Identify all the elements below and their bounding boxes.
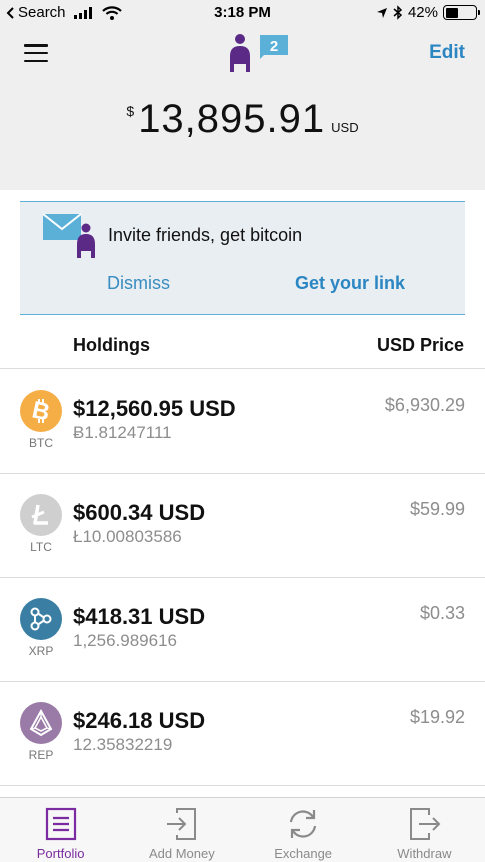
holding-row-btc[interactable]: B BTC $12,560.95 USD Ƀ1.81247111 $6,930.… (0, 370, 485, 474)
status-bar: Search 3:18 PM 42% (0, 0, 485, 28)
invite-banner: Invite friends, get bitcoin Dismiss Get … (20, 201, 465, 315)
holding-crypto-amount: 12.35832219 (73, 735, 173, 754)
holdings-header: Holdings USD Price (0, 335, 485, 369)
coin-usd-price: $59.99 (409, 499, 465, 519)
bitcoin-icon: B (20, 390, 62, 432)
withdraw-icon (410, 808, 441, 840)
battery-percent: 42% (407, 4, 438, 21)
balance-currency-symbol: $ (126, 103, 135, 119)
bluetooth-icon (393, 5, 403, 20)
holding-usd-value: $12,560.95 USD (73, 396, 236, 421)
tab-exchange[interactable]: Exchange (243, 798, 364, 862)
tab-label: Withdraw (397, 846, 452, 861)
coin-usd-price: $0.33 (419, 603, 465, 623)
brand-logo-icon: 2 (230, 34, 288, 72)
tab-add-money[interactable]: Add Money (121, 798, 242, 862)
exchange-icon (290, 810, 317, 838)
edit-button[interactable]: Edit (429, 42, 465, 64)
invite-title: Invite friends, get bitcoin (108, 225, 303, 245)
litecoin-icon (20, 494, 62, 536)
portfolio-icon (45, 807, 76, 841)
balance-amount: 13,895.91 (138, 97, 326, 141)
tab-label: Portfolio (36, 846, 85, 861)
tab-label: Add Money (148, 846, 215, 861)
status-right: 42% (376, 4, 480, 21)
total-balance: $13,895.91 USD (0, 97, 485, 142)
notification-count: 2 (270, 38, 278, 55)
holding-crypto-amount: Ł10.00803586 (73, 527, 182, 546)
add-money-icon (166, 808, 196, 840)
augur-icon (20, 702, 62, 744)
balance-unit: USD (331, 120, 359, 135)
tab-bar: Portfolio Add Money Exchange Withdraw (0, 797, 485, 862)
hamburger-icon (24, 44, 48, 47)
holding-row-xrp[interactable]: XRP $418.31 USD 1,256.989616 $0.33 (0, 578, 485, 682)
holding-row-rep[interactable]: REP $246.18 USD 12.35832219 $19.92 (0, 682, 485, 786)
location-icon (376, 7, 387, 18)
holdings-column-header: Holdings (73, 335, 150, 355)
holding-row-ltc[interactable]: LTC $600.34 USD Ł10.00803586 $59.99 (0, 474, 485, 578)
coin-usd-price: $6,930.29 (384, 395, 465, 415)
get-link-button[interactable]: Get your link (295, 273, 405, 294)
holding-usd-value: $246.18 USD (73, 708, 206, 733)
coin-ticker: LTC (30, 540, 52, 554)
envelope-person-icon (42, 213, 95, 258)
header-area: Search 3:18 PM 42% 2 Edit $ 13,895.91 US… (0, 0, 485, 190)
battery-fill (445, 7, 458, 18)
coin-ticker: BTC (29, 436, 53, 450)
coin-ticker: REP (28, 748, 54, 762)
holding-crypto-amount: Ƀ1.81247111 (73, 423, 172, 442)
price-column-header: USD Price (376, 335, 464, 355)
tab-portfolio[interactable]: Portfolio (0, 798, 121, 862)
navbar: 2 Edit (0, 28, 485, 80)
coin-usd-price: $19.92 (409, 707, 465, 727)
battery-icon (443, 5, 480, 20)
tab-withdraw[interactable]: Withdraw (364, 798, 485, 862)
holding-crypto-amount: 1,256.989616 (73, 631, 177, 650)
holding-usd-value: $600.34 USD (73, 500, 206, 525)
ripple-icon (20, 598, 62, 640)
holding-usd-value: $418.31 USD (73, 604, 206, 629)
tab-label: Exchange (274, 846, 333, 861)
coin-ticker: XRP (28, 644, 54, 658)
svg-text:B: B (30, 398, 53, 424)
dismiss-button[interactable]: Dismiss (107, 273, 170, 294)
menu-button[interactable] (24, 44, 48, 62)
